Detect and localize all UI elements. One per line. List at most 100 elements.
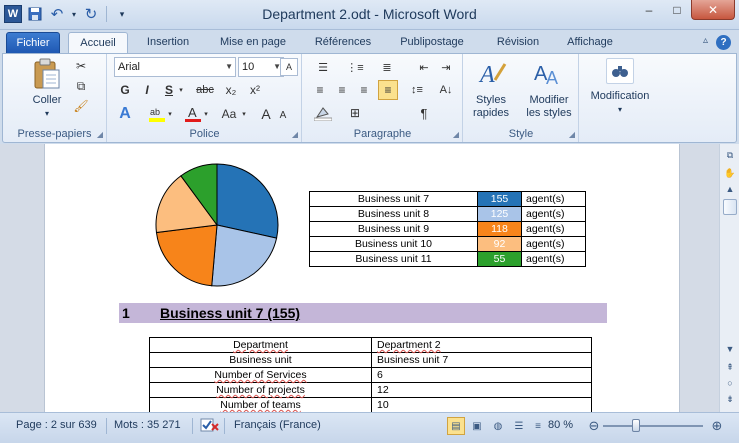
numbering-icon[interactable]: ⋮≡ — [343, 58, 367, 76]
scroll-up-icon[interactable]: ▲ — [723, 182, 737, 196]
tab-fichier[interactable]: Fichier — [6, 32, 60, 54]
tab-insertion[interactable]: Insertion — [138, 32, 198, 54]
paste-dropdown-icon[interactable]: ▾ — [23, 107, 71, 120]
print-layout-icon[interactable]: ▤ — [447, 417, 465, 435]
outline-icon[interactable]: ☰ — [510, 417, 528, 435]
font-color-icon[interactable]: A — [184, 104, 202, 124]
decrease-indent-icon[interactable]: ⇤ — [415, 58, 433, 76]
align-left-icon[interactable]: ≡ — [311, 81, 329, 99]
zoom-slider-track[interactable] — [603, 425, 703, 427]
shrink-font-button[interactable]: A — [276, 106, 290, 124]
help-icon[interactable]: ? — [716, 35, 731, 50]
align-center-icon[interactable]: ≡ — [333, 81, 351, 99]
pan-hand-icon[interactable]: ✋ — [723, 166, 737, 180]
bullets-icon[interactable]: ☰ — [311, 58, 335, 76]
ruler-toggle-icon[interactable]: ⧉ — [723, 148, 737, 162]
close-button[interactable]: ✕ — [691, 0, 735, 20]
font-color-dropdown-icon[interactable]: ▾ — [202, 106, 210, 122]
draft-icon[interactable]: ≡ — [529, 417, 547, 435]
minimize-button[interactable]: – — [635, 0, 663, 20]
business-unit-table: Business unit 7 155 agent(s) Business unit … — [309, 191, 586, 267]
editing-label[interactable]: Modification — [580, 90, 660, 103]
align-right-icon[interactable]: ≡ — [355, 81, 373, 99]
full-screen-reading-icon[interactable]: ▣ — [468, 417, 486, 435]
subscript-button[interactable]: x₂ — [222, 81, 240, 99]
word-logo-icon[interactable]: W — [4, 5, 22, 23]
window-controls: – □ ✕ — [635, 0, 735, 20]
paste-button-label[interactable]: Coller — [23, 94, 71, 107]
tab-affichage[interactable]: Affichage — [560, 32, 620, 54]
copy-icon[interactable]: ⧉ — [73, 78, 89, 94]
font-size-dropdown[interactable]: 10 ▼ — [238, 57, 284, 77]
title-bar: W ↶ ▾ ↻ ▾ Department 2.odt - Microsoft W… — [0, 0, 739, 30]
italic-button[interactable]: I — [138, 81, 156, 99]
previous-page-icon[interactable]: ⇞ — [723, 360, 737, 374]
change-case-dropdown-icon[interactable]: ▾ — [240, 106, 248, 122]
undo-dropdown-icon[interactable]: ▾ — [70, 5, 78, 23]
language-indicator[interactable]: Français (France) — [234, 419, 321, 431]
zoom-slider-thumb[interactable] — [632, 419, 640, 432]
binoculars-icon[interactable] — [606, 58, 634, 84]
font-name-dropdown[interactable]: Arial ▼ — [114, 57, 236, 77]
show-formatting-icon[interactable]: ¶ — [415, 104, 433, 122]
document-page[interactable]: Business unit 7 155 agent(s) Business unit … — [44, 144, 680, 412]
borders-icon[interactable]: ⊞ — [343, 104, 367, 122]
zoom-out-icon[interactable]: ⊖ — [585, 417, 603, 435]
clear-format-icon[interactable]: A — [280, 58, 298, 76]
strikethrough-button[interactable]: abc — [192, 81, 218, 99]
redo-icon[interactable]: ↻ — [82, 5, 100, 23]
maximize-button[interactable]: □ — [663, 0, 691, 20]
pie-slice-business-unit-9 — [155, 224, 218, 287]
agent-count: 118 — [477, 221, 522, 237]
editing-dropdown-icon[interactable]: ▾ — [580, 103, 660, 116]
line-spacing-icon[interactable]: ↕≡ — [407, 81, 427, 99]
bold-button[interactable]: G — [116, 81, 134, 99]
scroll-down-icon[interactable]: ▼ — [723, 342, 737, 356]
scroll-thumb[interactable] — [723, 199, 737, 215]
tab-mise-en-page[interactable]: Mise en page — [210, 32, 296, 54]
table-row: Number of Services 6 — [149, 367, 592, 383]
superscript-button[interactable]: x² — [246, 81, 264, 99]
undo-icon[interactable]: ↶ — [48, 5, 66, 23]
change-case-button[interactable]: Aa — [218, 104, 240, 124]
tab-references[interactable]: Références — [308, 32, 378, 54]
paragraph-launcher-icon[interactable]: ◢ — [453, 130, 459, 139]
text-effects-icon[interactable]: A — [116, 104, 134, 124]
change-styles-icon[interactable]: AA — [532, 58, 564, 88]
quick-styles-label[interactable]: Styles rapides — [466, 94, 516, 120]
justify-icon[interactable]: ≡ — [378, 80, 398, 100]
clipboard-launcher-icon[interactable]: ◢ — [97, 130, 103, 139]
highlight-icon[interactable]: ab — [148, 104, 166, 124]
highlight-dropdown-icon[interactable]: ▾ — [166, 106, 174, 122]
quick-styles-icon[interactable]: A — [476, 58, 508, 88]
next-page-icon[interactable]: ⇟ — [723, 392, 737, 406]
vertical-scrollbar[interactable]: ⧉ ✋ ▲ ▼ ⇞ ○ ⇟ — [719, 144, 739, 412]
format-painter-icon[interactable]: 🖌 — [73, 98, 89, 114]
zoom-in-icon[interactable]: ⊕ — [708, 417, 726, 435]
tab-accueil[interactable]: Accueil — [68, 32, 128, 55]
shading-icon[interactable] — [311, 104, 335, 122]
collapse-ribbon-icon[interactable]: ▵ — [703, 35, 708, 50]
cut-icon[interactable]: ✂ — [73, 58, 89, 74]
font-launcher-icon[interactable]: ◢ — [292, 130, 298, 139]
change-styles-label[interactable]: Modifier les styles — [520, 94, 578, 120]
grow-font-button[interactable]: A — [258, 104, 274, 124]
underline-dropdown-icon[interactable]: ▾ — [176, 81, 186, 99]
save-icon[interactable] — [26, 5, 44, 23]
increase-indent-icon[interactable]: ⇥ — [437, 58, 455, 76]
tab-publipostage[interactable]: Publipostage — [392, 32, 472, 54]
styles-launcher-icon[interactable]: ◢ — [569, 130, 575, 139]
page-count[interactable]: Page : 2 sur 639 — [16, 419, 97, 431]
multilevel-list-icon[interactable]: ≣ — [375, 58, 399, 76]
group-paragraph: ☰ ⋮≡ ≣ ⇤ ⇥ ≡ ≡ ≡ ≡ ↕≡ A↓ ⊞ ¶ Paragraphe … — [303, 54, 463, 142]
web-layout-icon[interactable]: ◍ — [489, 417, 507, 435]
department-field-value: Department 2 — [371, 337, 592, 353]
sort-icon[interactable]: A↓ — [437, 81, 455, 99]
customize-qat-icon[interactable]: ▾ — [113, 5, 131, 23]
word-count[interactable]: Mots : 35 271 — [114, 419, 181, 431]
browse-object-icon[interactable]: ○ — [723, 376, 737, 390]
tab-revision[interactable]: Révision — [488, 32, 548, 54]
proofing-icon[interactable] — [200, 417, 220, 436]
zoom-level[interactable]: 80 % — [548, 419, 573, 431]
paste-icon[interactable] — [29, 58, 65, 90]
